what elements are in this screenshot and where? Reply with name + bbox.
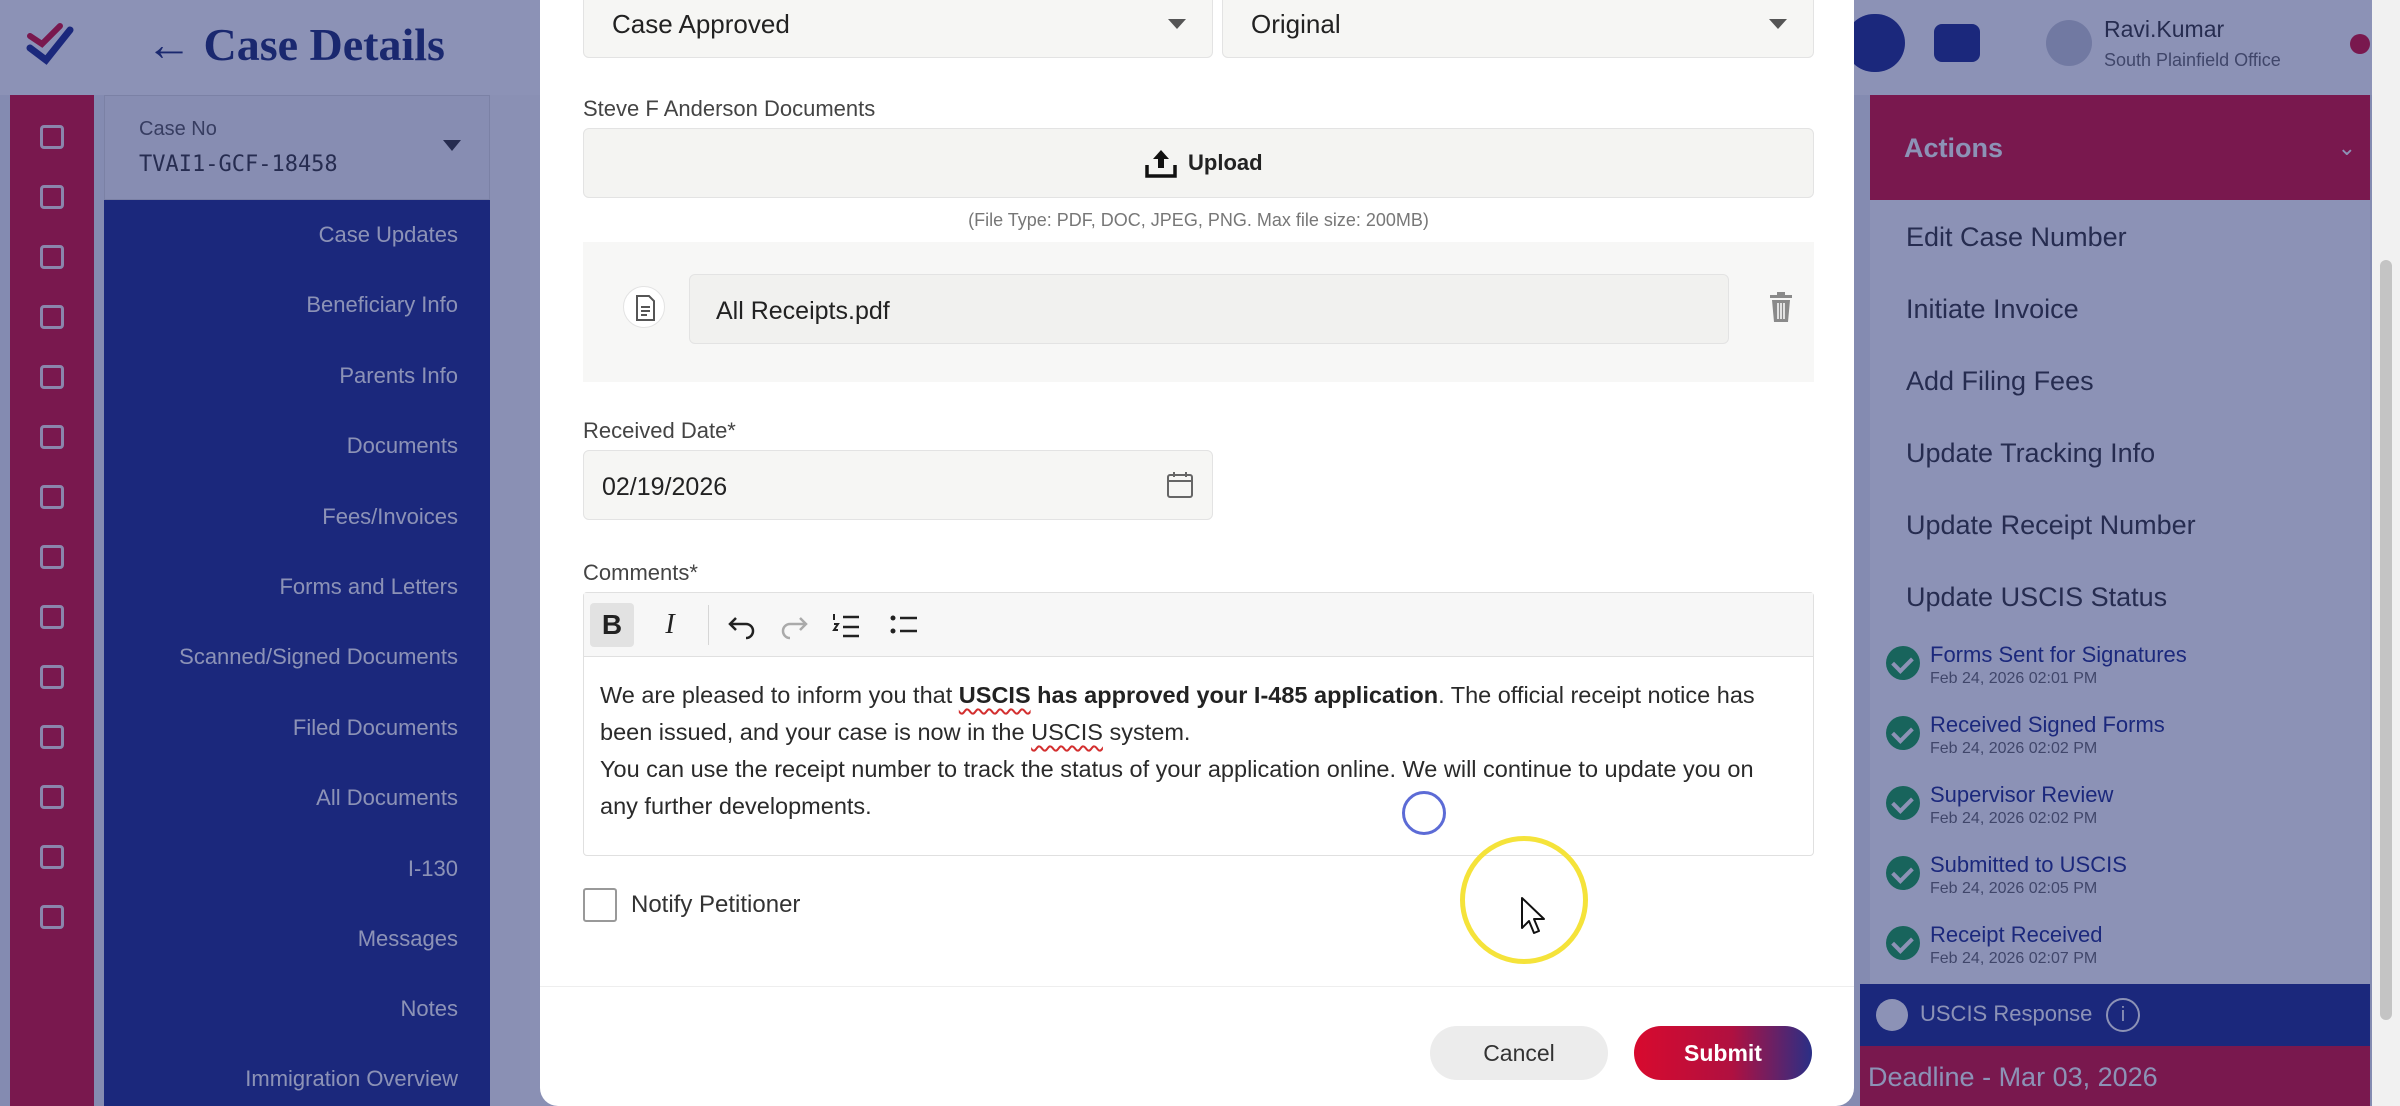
cancel-button[interactable]: Cancel xyxy=(1430,1026,1608,1080)
chevron-down-icon xyxy=(1168,19,1186,29)
click-indicator xyxy=(1402,791,1446,835)
trash-icon[interactable] xyxy=(1769,292,1793,322)
page-scrollbar[interactable] xyxy=(2372,0,2400,1106)
uploaded-file-name-field[interactable]: All Receipts.pdf xyxy=(689,274,1729,344)
redo-icon xyxy=(781,617,808,640)
modal-footer-divider xyxy=(540,986,1854,987)
notify-petitioner-checkbox[interactable] xyxy=(583,888,617,922)
comment-paragraph-2: You can use the receipt number to track … xyxy=(600,756,1754,819)
editor-toolbar: B I xyxy=(584,593,1813,657)
upload-icon xyxy=(1145,150,1177,178)
calendar-icon[interactable] xyxy=(1166,471,1194,499)
file-type-hint: (File Type: PDF, DOC, JPEG, PNG. Max fil… xyxy=(968,210,1429,230)
undo-icon xyxy=(728,617,755,640)
uploaded-file-row: All Receipts.pdf xyxy=(583,242,1814,382)
document-icon xyxy=(623,286,665,328)
received-date-input[interactable]: 02/19/2026 xyxy=(583,450,1213,520)
comments-text[interactable]: We are pleased to inform you that USCIS … xyxy=(600,677,1790,825)
scrollbar-thumb[interactable] xyxy=(2380,260,2392,1020)
notify-petitioner-label[interactable]: Notify Petitioner xyxy=(631,891,800,919)
documents-label: Steve F Anderson Documents xyxy=(583,96,876,121)
toolbar-divider xyxy=(708,605,709,645)
ordered-list-button[interactable] xyxy=(824,603,868,647)
comment-paragraph-1: We are pleased to inform you that USCIS … xyxy=(600,682,1755,745)
submit-button[interactable]: Submit xyxy=(1634,1026,1812,1080)
update-status-modal: Case Approved Original Steve F Anderson … xyxy=(540,0,1854,1106)
notify-petitioner-row[interactable]: Notify Petitioner xyxy=(583,888,800,922)
upload-button[interactable]: Upload xyxy=(583,128,1814,198)
italic-button[interactable]: I xyxy=(648,603,692,647)
upload-label: Upload xyxy=(1188,150,1263,175)
bullet-list-icon xyxy=(890,615,917,634)
status-select-value: Case Approved xyxy=(612,9,790,39)
bold-button[interactable]: B xyxy=(590,603,634,647)
document-type-select[interactable]: Original xyxy=(1222,0,1814,58)
ordered-list-icon xyxy=(832,614,859,638)
uploaded-file-name: All Receipts.pdf xyxy=(716,297,890,325)
mouse-cursor-icon xyxy=(1521,897,1545,934)
redo-button[interactable] xyxy=(772,603,816,647)
document-type-value: Original xyxy=(1251,9,1341,39)
received-date-value: 02/19/2026 xyxy=(602,473,728,501)
undo-button[interactable] xyxy=(720,603,764,647)
received-date-label: Received Date* xyxy=(583,418,736,443)
chevron-down-icon xyxy=(1769,19,1787,29)
comments-editor[interactable]: B I We are pleased to inform you that US… xyxy=(583,592,1814,856)
bullet-list-button[interactable] xyxy=(882,603,926,647)
status-select[interactable]: Case Approved xyxy=(583,0,1213,58)
comments-label: Comments* xyxy=(583,560,698,585)
